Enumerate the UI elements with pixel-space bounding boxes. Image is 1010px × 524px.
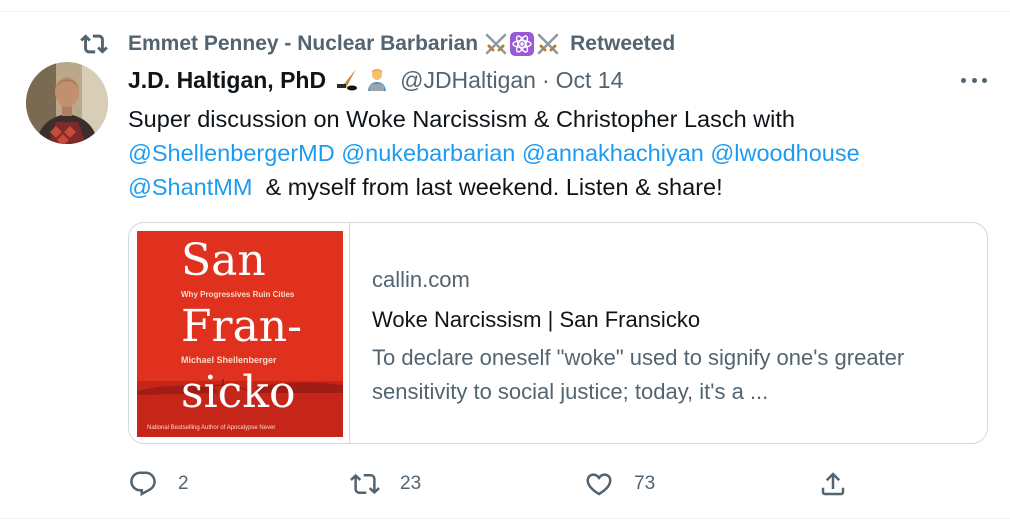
- reply-button[interactable]: 2: [128, 466, 189, 502]
- retweet-icon: [80, 30, 108, 58]
- card-description: To declare oneself "woke" used to signif…: [372, 345, 905, 404]
- retweeter-name[interactable]: Emmet Penney - Nuclear Barbarian: [128, 32, 478, 56]
- avatar[interactable]: [26, 62, 108, 144]
- tweet-date[interactable]: Oct 14: [556, 67, 624, 94]
- tweet-actions: 2 23 73: [128, 466, 848, 502]
- reply-count: 2: [178, 473, 189, 494]
- tweet-text-intro: Super discussion on Woke Narcissism & Ch…: [128, 106, 795, 132]
- retweet-icon: [350, 473, 380, 495]
- bottom-divider: [0, 518, 1010, 519]
- retweet-button[interactable]: 23: [350, 466, 421, 502]
- mention-link[interactable]: @annakhachiyan: [522, 140, 704, 166]
- author-emoji-group: [334, 67, 394, 93]
- top-divider: [0, 0, 1010, 12]
- card-domain: callin.com: [372, 267, 470, 292]
- author-handle[interactable]: @JDHaltigan: [400, 67, 536, 94]
- card-title: Woke Narcissism | San Fransicko: [372, 307, 701, 332]
- technologist-emoji: [368, 69, 387, 91]
- like-button[interactable]: 73: [584, 466, 655, 502]
- crossed-swords-emoji: [485, 33, 507, 55]
- heart-icon: [586, 473, 612, 496]
- more-options-icon[interactable]: [957, 68, 991, 92]
- tweet-header: J.D. Haltigan, PhD @JDHaltigan · Oct 14: [128, 64, 623, 96]
- mention-link[interactable]: @ShellenbergerMD: [128, 140, 335, 166]
- crossed-swords-emoji: [537, 33, 559, 55]
- reply-icon: [130, 471, 156, 497]
- retweet-context: Emmet Penney - Nuclear Barbarian Retweet…: [80, 30, 675, 58]
- book-title-line1: San: [181, 235, 266, 286]
- retweet-count: 23: [400, 473, 422, 494]
- mention-link[interactable]: @ShantMM: [128, 174, 252, 200]
- like-count: 73: [634, 473, 656, 494]
- book-author: Michael Shellenberger: [181, 355, 277, 365]
- tweet-text: Super discussion on Woke Narcissism & Ch…: [128, 102, 978, 204]
- mention-link[interactable]: @nukebarbarian: [341, 140, 515, 166]
- book-title-line3: sicko: [181, 367, 295, 418]
- share-button[interactable]: [818, 466, 848, 502]
- book-subtitle: Why Progressives Ruin Cities: [181, 290, 295, 299]
- atom-emoji: [510, 32, 535, 56]
- retweeter-emoji-group: [484, 32, 562, 56]
- link-preview-card[interactable]: San Why Progressives Ruin Cities Fran- M…: [128, 222, 988, 444]
- share-icon: [821, 472, 845, 496]
- book-cover-image: San Why Progressives Ruin Cities Fran- M…: [137, 231, 343, 437]
- retweeted-label: Retweeted: [570, 32, 676, 55]
- card-image[interactable]: San Why Progressives Ruin Cities Fran- M…: [129, 223, 350, 443]
- mention-link[interactable]: @lwoodhouse: [710, 140, 859, 166]
- separator-dot: ·: [541, 66, 550, 93]
- tweet-text-outro: & myself from last weekend. Listen & sha…: [265, 174, 723, 200]
- author-display-name[interactable]: J.D. Haltigan, PhD: [128, 67, 326, 94]
- book-title-line2: Fran-: [181, 301, 302, 352]
- hockey-stick-emoji: [337, 69, 358, 91]
- book-tagline: National Bestselling Author of Apocalyps…: [147, 425, 275, 431]
